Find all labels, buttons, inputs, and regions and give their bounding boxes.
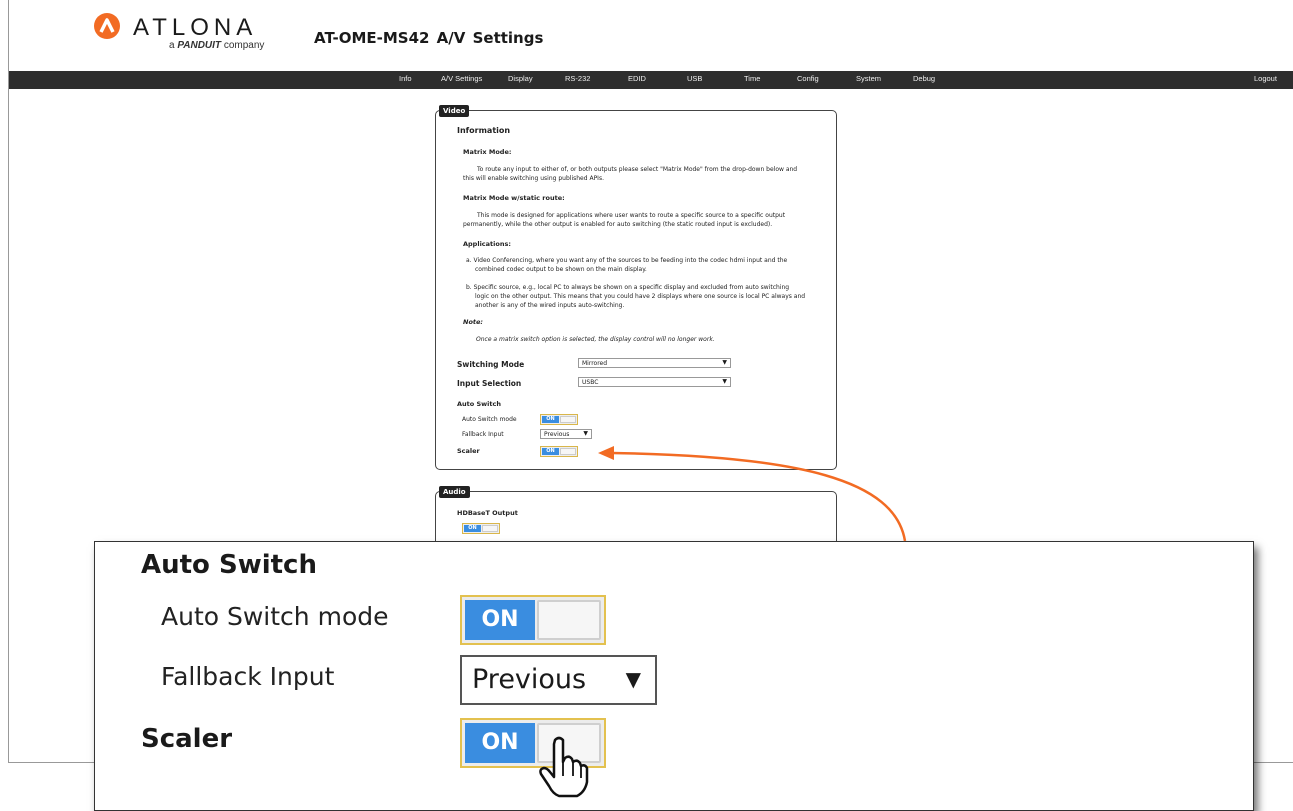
nav-debug[interactable]: Debug (913, 74, 935, 83)
application-a-text: combined codec output to be shown on the… (475, 266, 647, 273)
application-b-text: b. Specific source, e.g., local PC to al… (466, 284, 790, 291)
nav-edid[interactable]: EDID (628, 74, 646, 83)
zoom-scaler-label: Scaler (141, 724, 233, 754)
matrix-mode-heading: Matrix Mode: (463, 148, 512, 156)
toggle-knob (482, 525, 498, 532)
note-heading: Note: (463, 318, 484, 326)
application-b-text: logic on the other output. This means th… (475, 293, 806, 300)
toggle-on-label: ON (465, 723, 535, 763)
fallback-input-label: Fallback Input (462, 431, 504, 438)
hdbaset-output-label: HDBaseT Output (457, 509, 518, 517)
chevron-down-icon: ▼ (625, 667, 641, 691)
matrix-mode-text: To route any input to either of, or both… (477, 166, 798, 173)
scaler-label: Scaler (457, 447, 480, 455)
hdbaset-output-toggle[interactable]: ON (462, 523, 500, 534)
toggle-on-label: ON (542, 416, 559, 423)
zoom-fallback-input-select[interactable]: Previous ▼ (460, 655, 657, 705)
atlona-logo-icon (94, 13, 120, 39)
switching-mode-label: Switching Mode (457, 360, 525, 369)
switching-mode-select[interactable]: Mirrored ▼ (578, 358, 731, 368)
brand-tagline: a PANDUIT company (169, 40, 265, 51)
auto-switch-mode-toggle[interactable]: ON (540, 414, 578, 425)
toggle-on-label: ON (464, 525, 481, 532)
audio-legend: Audio (439, 486, 470, 498)
chevron-down-icon: ▼ (583, 430, 588, 437)
input-selection-value: USBC (582, 379, 599, 386)
auto-switch-heading: Auto Switch (457, 400, 501, 408)
input-selection-select[interactable]: USBC ▼ (578, 377, 731, 387)
nav-time[interactable]: Time (744, 74, 760, 83)
nav-bar: Info A/V Settings Display RS-232 EDID US… (9, 71, 1293, 89)
note-text: Once a matrix switch option is selected,… (476, 336, 715, 343)
nav-av-settings[interactable]: A/V Settings (441, 74, 482, 83)
nav-logout[interactable]: Logout (1254, 74, 1277, 83)
scaler-toggle[interactable]: ON (540, 446, 578, 457)
auto-switch-mode-label: Auto Switch mode (462, 416, 517, 423)
toggle-knob (560, 448, 576, 455)
toggle-on-label: ON (542, 448, 559, 455)
nav-info[interactable]: Info (399, 74, 412, 83)
video-legend: Video (439, 105, 470, 117)
chevron-down-icon: ▼ (722, 359, 727, 366)
nav-rs232[interactable]: RS-232 (565, 74, 590, 83)
application-a-text: a. Video Conferencing, where you want an… (466, 257, 788, 264)
fallback-input-select[interactable]: Previous ▼ (540, 429, 592, 439)
video-fieldset: Video Information Matrix Mode: To route … (435, 105, 837, 470)
zoom-auto-switch-heading: Auto Switch (141, 550, 317, 580)
nav-system[interactable]: System (856, 74, 881, 83)
chevron-down-icon: ▼ (722, 378, 727, 385)
switching-mode-value: Mirrored (582, 360, 608, 367)
toggle-on-label: ON (465, 600, 535, 640)
application-b-text: another is any of the wired inputs auto-… (475, 302, 625, 309)
information-heading: Information (457, 126, 511, 135)
input-selection-label: Input Selection (457, 379, 522, 388)
nav-config[interactable]: Config (797, 74, 819, 83)
zoom-fallback-input-label: Fallback Input (161, 662, 335, 691)
nav-display[interactable]: Display (508, 74, 533, 83)
toggle-knob (560, 416, 576, 423)
atlona-logo[interactable]: ATLONA a PANDUIT company (93, 12, 283, 52)
zoom-callout: Auto Switch Auto Switch mode ON Fallback… (94, 541, 1254, 811)
static-route-heading: Matrix Mode w/static route: (463, 194, 565, 202)
static-route-text: permanently, while the other output is e… (463, 221, 773, 228)
static-route-text: This mode is designed for applications w… (477, 212, 786, 219)
fallback-input-value: Previous (544, 431, 570, 438)
page-title: AT-OME-MS42 A/V Settings (314, 29, 544, 47)
zoom-fallback-input-value: Previous (472, 664, 587, 695)
brand-name: ATLONA (133, 14, 258, 41)
matrix-mode-text: this will enable switching using publish… (463, 175, 604, 182)
zoom-auto-switch-mode-label: Auto Switch mode (161, 602, 389, 631)
hand-pointer-icon (539, 736, 589, 798)
applications-heading: Applications: (463, 240, 511, 248)
toggle-knob (537, 600, 601, 640)
zoom-auto-switch-mode-toggle[interactable]: ON (460, 595, 606, 645)
nav-usb[interactable]: USB (687, 74, 702, 83)
